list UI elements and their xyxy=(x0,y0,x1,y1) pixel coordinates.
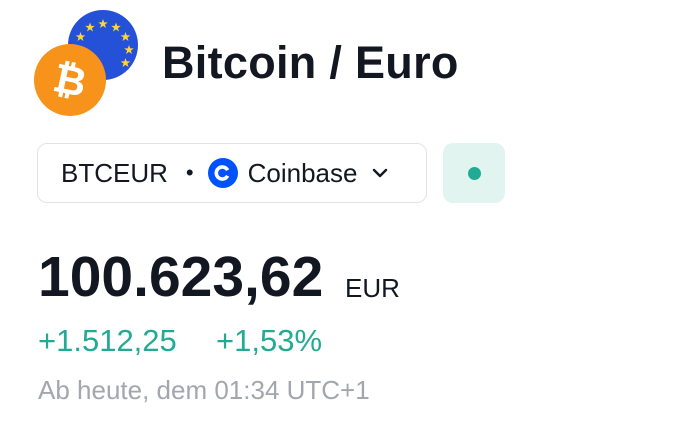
quote-timestamp: Ab heute, dem 01:34 UTC+1 xyxy=(38,375,370,405)
coinbase-icon xyxy=(207,158,238,188)
price-change-absolute: +1.512,25 xyxy=(38,323,177,358)
page-title: Bitcoin / Euro xyxy=(162,37,459,88)
market-status-button[interactable] xyxy=(443,143,505,203)
separator-dot: • xyxy=(185,160,194,185)
price-currency: EUR xyxy=(345,273,400,303)
chevron-down-icon xyxy=(373,168,388,178)
symbol-exchange-selector[interactable]: BTCEUR • Coinbase xyxy=(37,143,427,203)
price-change-percent: +1,53% xyxy=(216,323,323,358)
ticker-label: BTCEUR xyxy=(61,158,168,188)
symbol-logo: ₿ xyxy=(34,10,142,116)
bitcoin-icon: ₿ xyxy=(34,44,106,116)
last-price: 100.623,62 xyxy=(38,245,324,309)
market-open-dot-icon xyxy=(467,166,481,180)
exchange-label: Coinbase xyxy=(247,158,358,188)
